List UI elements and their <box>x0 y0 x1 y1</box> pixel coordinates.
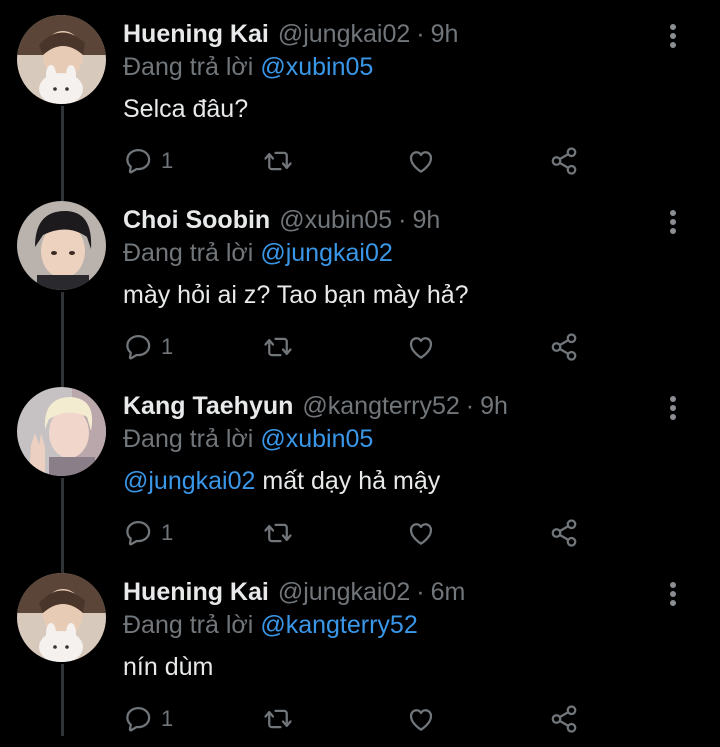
share-button[interactable] <box>549 143 579 179</box>
reply-button[interactable]: 1 <box>123 329 173 365</box>
like-button[interactable] <box>406 515 436 551</box>
share-icon <box>549 146 579 176</box>
share-icon <box>549 332 579 362</box>
more-options-icon[interactable] <box>662 21 684 51</box>
tweet-text-content: mày hỏi ai z? Tao bạn mày hả? <box>123 281 469 309</box>
action-bar: 1 <box>123 329 593 365</box>
display-name[interactable]: Huening Kai <box>123 17 269 51</box>
replying-to: Đang trả lời @jungkai02 <box>123 236 393 270</box>
retweet-icon <box>261 518 295 548</box>
reply-button[interactable]: 1 <box>123 515 173 551</box>
avatar[interactable] <box>17 387 106 476</box>
replying-to-label: Đang trả lời <box>123 239 254 267</box>
retweet-icon <box>261 332 295 362</box>
like-icon <box>406 146 436 176</box>
tweet-text: nín dùm <box>123 650 213 684</box>
timestamp[interactable]: 6m <box>431 575 466 609</box>
reply-to-mention[interactable]: @xubin05 <box>260 53 373 81</box>
action-bar: 1 <box>123 701 593 737</box>
share-button[interactable] <box>549 701 579 737</box>
action-bar: 1 <box>123 143 593 179</box>
replying-to-label: Đang trả lời <box>123 425 254 453</box>
reply-button[interactable]: 1 <box>123 143 173 179</box>
tweet-text: @jungkai02 mất dạy hả mậy <box>123 464 440 498</box>
user-handle[interactable]: @kangterry52 <box>302 389 459 423</box>
avatar-photo-icon <box>17 201 106 290</box>
like-icon <box>406 518 436 548</box>
user-handle[interactable]: @jungkai02 <box>278 575 410 609</box>
reply-icon <box>123 332 153 362</box>
separator: · <box>416 20 425 48</box>
replying-to: Đang trả lời @xubin05 <box>123 50 373 84</box>
tweet-text: Selca đâu? <box>123 92 248 126</box>
retweet-button[interactable] <box>261 143 295 179</box>
tweet[interactable]: Choi Soobin @xubin05 · 9h Đang trả lời @j… <box>0 189 720 375</box>
like-button[interactable] <box>406 143 436 179</box>
action-bar: 1 <box>123 515 593 551</box>
reply-count: 1 <box>161 520 174 545</box>
tweet[interactable]: Huening Kai @jungkai02 · 6m Đang trả lời… <box>0 561 720 747</box>
display-name[interactable]: Kang Taehyun <box>123 389 293 423</box>
retweet-button[interactable] <box>261 329 295 365</box>
tweet-text-content: nín dùm <box>123 653 214 681</box>
reply-icon <box>123 704 153 734</box>
reply-to-mention[interactable]: @kangterry52 <box>260 611 417 639</box>
reply-icon <box>123 146 153 176</box>
retweet-button[interactable] <box>261 515 295 551</box>
more-options-icon[interactable] <box>662 207 684 237</box>
retweet-icon <box>261 146 295 176</box>
share-icon <box>549 518 579 548</box>
avatar[interactable] <box>17 573 106 662</box>
display-name[interactable]: Choi Soobin <box>123 203 270 237</box>
tweet-header: Huening Kai @jungkai02 · 6m <box>123 575 465 609</box>
user-handle[interactable]: @jungkai02 <box>278 17 410 51</box>
reply-count: 1 <box>161 334 174 359</box>
tweet-text-content: mất dạy hả mậy <box>262 467 441 495</box>
avatar-photo-icon <box>17 573 106 662</box>
tweet-header: Huening Kai @jungkai02 · 9h <box>123 17 458 51</box>
avatar-photo-icon <box>17 15 106 104</box>
replying-to: Đang trả lời @xubin05 <box>123 422 373 456</box>
tweet-mention[interactable]: @jungkai02 <box>123 467 255 495</box>
like-button[interactable] <box>406 701 436 737</box>
reply-to-mention[interactable]: @jungkai02 <box>260 239 392 267</box>
tweet-header: Choi Soobin @xubin05 · 9h <box>123 203 440 237</box>
tweet[interactable]: Kang Taehyun @kangterry52 · 9h Đang trả … <box>0 375 720 561</box>
tweet-text-content: Selca đâu? <box>123 95 249 123</box>
more-options-icon[interactable] <box>662 393 684 423</box>
replying-to-label: Đang trả lời <box>123 611 254 639</box>
reply-to-mention[interactable]: @xubin05 <box>260 425 373 453</box>
retweet-button[interactable] <box>261 701 295 737</box>
more-options-icon[interactable] <box>662 579 684 609</box>
reply-count: 1 <box>161 706 174 731</box>
separator: · <box>465 392 475 420</box>
replying-to-label: Đang trả lời <box>123 53 254 81</box>
like-icon <box>406 704 436 734</box>
avatar-photo-icon <box>17 387 106 476</box>
user-handle[interactable]: @xubin05 <box>279 203 392 237</box>
separator: · <box>416 578 425 606</box>
timestamp[interactable]: 9h <box>480 389 508 423</box>
avatar[interactable] <box>17 201 106 290</box>
tweet-header: Kang Taehyun @kangterry52 · 9h <box>123 389 508 423</box>
timestamp[interactable]: 9h <box>431 17 459 51</box>
reply-icon <box>123 518 153 548</box>
reply-count: 1 <box>161 148 174 173</box>
like-icon <box>406 332 436 362</box>
like-button[interactable] <box>406 329 436 365</box>
display-name[interactable]: Huening Kai <box>123 575 269 609</box>
share-icon <box>549 704 579 734</box>
tweet-text: mày hỏi ai z? Tao bạn mày hả? <box>123 278 469 312</box>
avatar[interactable] <box>17 15 106 104</box>
separator: · <box>398 206 407 234</box>
retweet-icon <box>261 704 295 734</box>
replying-to: Đang trả lời @kangterry52 <box>123 608 418 642</box>
tweet[interactable]: Huening Kai @jungkai02 · 9h Đang trả lời… <box>0 3 720 189</box>
share-button[interactable] <box>549 329 579 365</box>
share-button[interactable] <box>549 515 579 551</box>
reply-button[interactable]: 1 <box>123 701 173 737</box>
timestamp[interactable]: 9h <box>412 203 440 237</box>
